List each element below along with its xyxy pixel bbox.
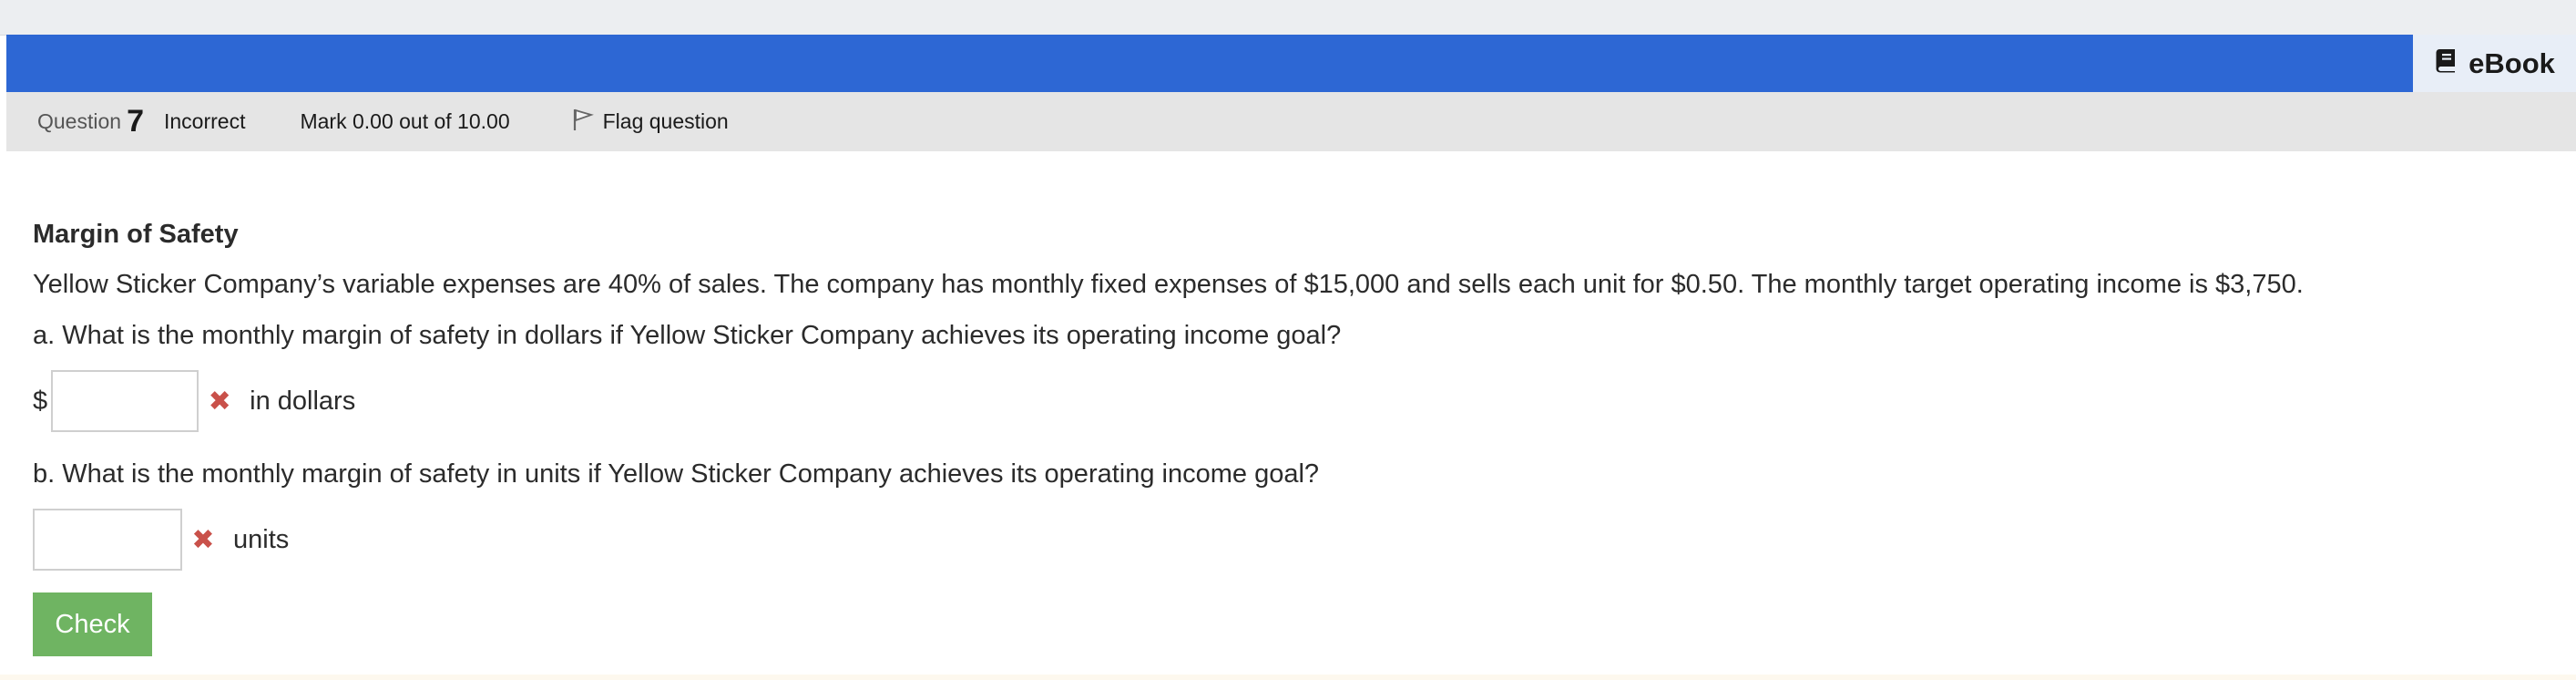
part-b-unit: units xyxy=(233,524,290,554)
part-b-answer-input[interactable] xyxy=(33,509,182,571)
part-a-unit: in dollars xyxy=(250,386,356,416)
check-button[interactable]: Check xyxy=(33,592,152,656)
flag-icon xyxy=(572,108,594,137)
part-b-prompt: b. What is the monthly margin of safety … xyxy=(33,459,1320,489)
question-state: Incorrect xyxy=(163,109,246,133)
part-a-prompt: a. What is the monthly margin of safety … xyxy=(33,321,1342,350)
question-label: Question xyxy=(37,109,122,133)
question-number: 7 xyxy=(127,104,144,139)
flag-question-link[interactable]: Flag question xyxy=(572,108,729,137)
book-icon xyxy=(2434,47,2458,80)
part-b-answer-row: ✖ units xyxy=(33,507,289,572)
bottom-edge xyxy=(0,675,2576,680)
part-a-answer-input[interactable] xyxy=(51,370,199,432)
flag-question-label: Flag question xyxy=(602,109,729,133)
question-mark: Mark 0.00 out of 10.00 xyxy=(300,109,510,133)
header-bar: eBook xyxy=(6,35,2576,92)
incorrect-x-icon: ✖ xyxy=(208,386,231,417)
question-title: Margin of Safety xyxy=(33,220,239,249)
ebook-button[interactable]: eBook xyxy=(2413,35,2576,92)
part-a-answer-row: $ ✖ in dollars xyxy=(33,368,355,434)
question-info-bar: Question 7 Incorrect Mark 0.00 out of 10… xyxy=(6,92,2576,151)
question-text: Yellow Sticker Company’s variable expens… xyxy=(33,270,2304,299)
incorrect-x-icon: ✖ xyxy=(191,524,215,555)
ebook-label: eBook xyxy=(2469,46,2555,79)
browser-top-strip xyxy=(0,0,2576,36)
dollar-prefix: $ xyxy=(33,386,48,416)
question-page: eBook Question 7 Incorrect Mark 0.00 out… xyxy=(6,35,2576,680)
